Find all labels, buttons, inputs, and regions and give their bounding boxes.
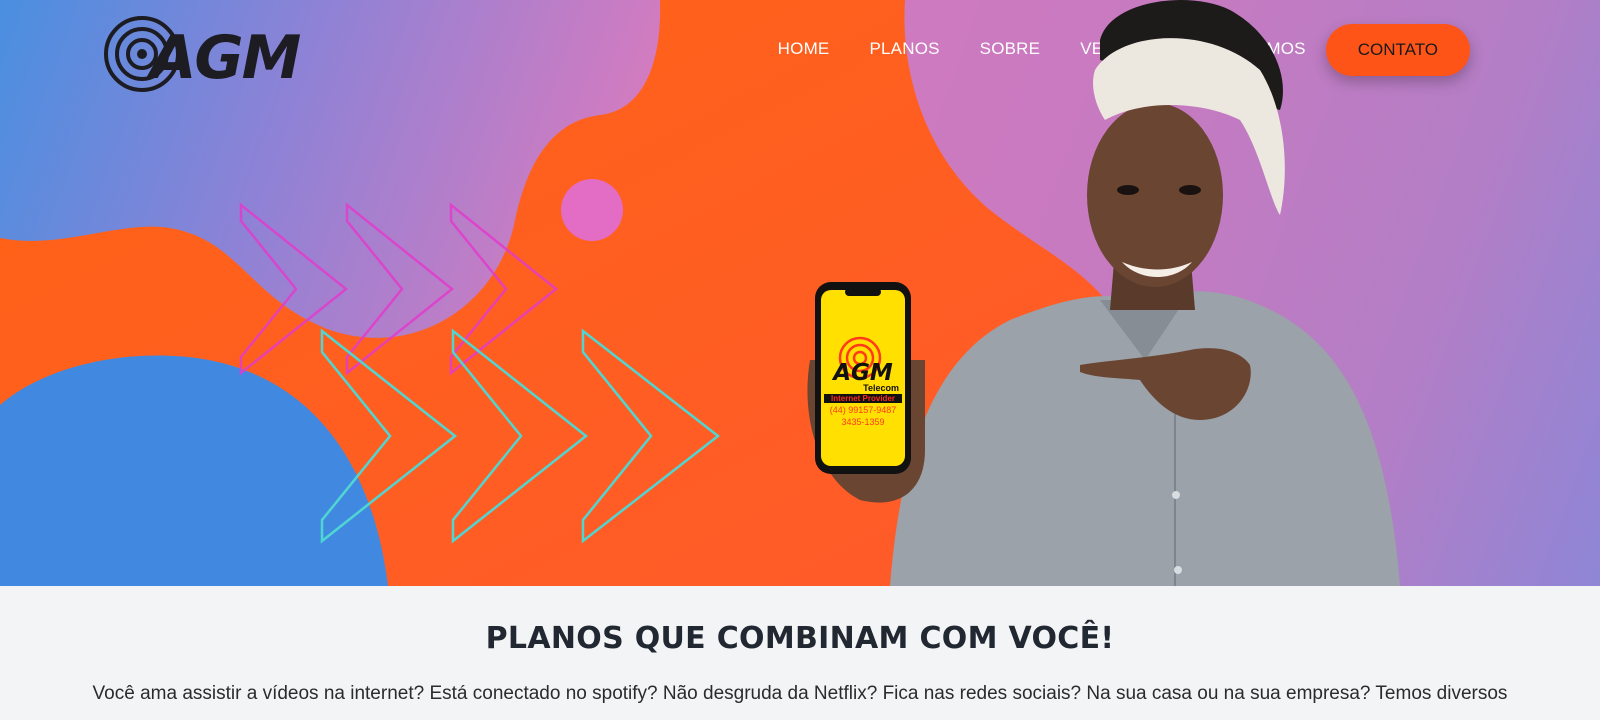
agm-logo-image: AGM xyxy=(104,16,303,93)
pink-circle xyxy=(561,179,623,241)
agm-logo[interactable]: AGM xyxy=(98,8,318,96)
phone-screen: AGM Telecom Internet Provider (44) 99157… xyxy=(821,362,905,428)
phone-number-1: (44) 99157-9487 xyxy=(829,405,897,415)
hero-person-image xyxy=(807,0,1400,586)
phone-number-2: 3435-1359 xyxy=(841,417,885,427)
plans-title: PLANOS QUE COMBINAM COM VOCÊ! xyxy=(485,621,1115,656)
hero-banner: AGM HOME PLANOS SOBRE VELOCIDADE TERMOS … xyxy=(0,0,1600,586)
phone-tagline: Internet Provider xyxy=(824,394,902,403)
svg-text:AGM: AGM xyxy=(146,23,301,93)
phone-brand: AGM xyxy=(833,360,893,386)
plans-section: PLANOS QUE COMBINAM COM VOCÊ! Você ama a… xyxy=(0,586,1600,720)
plans-intro: Você ama assistir a vídeos na internet? … xyxy=(92,683,1508,704)
